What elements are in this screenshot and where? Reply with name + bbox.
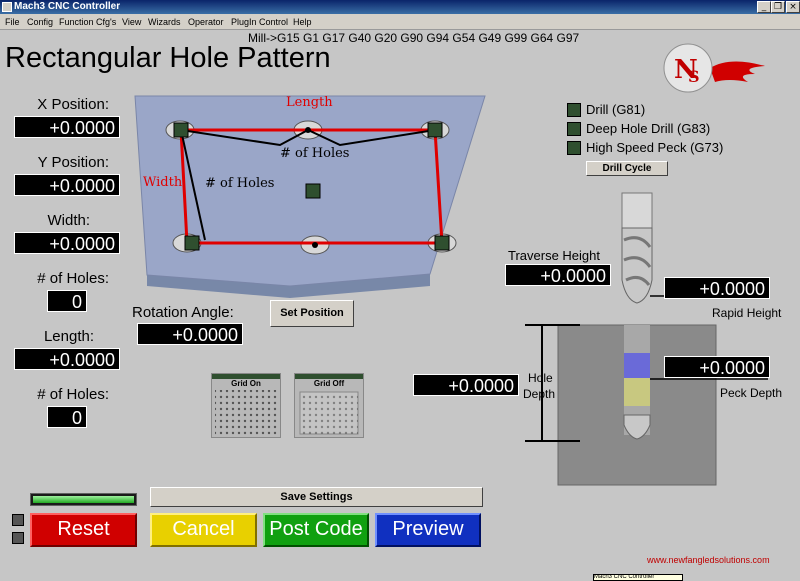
deep-hole-drill-g83-label: Deep Hole Drill (G83) xyxy=(586,121,711,136)
length-field[interactable]: +0.0000 xyxy=(14,348,120,370)
cancel-button[interactable]: Cancel xyxy=(150,513,257,547)
progress-fill xyxy=(33,496,134,503)
grid-off-dots xyxy=(299,391,359,435)
deep-hole-drill-g83-checkbox[interactable] xyxy=(567,122,581,136)
preview-button[interactable]: Preview xyxy=(375,513,481,547)
rotation-angle-field[interactable]: +0.0000 xyxy=(137,323,243,345)
app-icon xyxy=(2,2,12,12)
corner-marker xyxy=(434,235,450,251)
title-bar: Mach3 CNC Controller _ ❐ × xyxy=(0,0,800,14)
logo-mark-2: S xyxy=(688,67,700,86)
progress-bar xyxy=(30,493,137,506)
grid-off-button[interactable]: Grid Off xyxy=(294,373,364,438)
menu-plugin-control[interactable]: PlugIn Control xyxy=(231,15,288,29)
holes-length-field[interactable]: 0 xyxy=(47,406,87,428)
save-settings-button[interactable]: Save Settings xyxy=(150,487,483,507)
menu-operator[interactable]: Operator xyxy=(188,15,224,29)
menu-view[interactable]: View xyxy=(122,15,141,29)
hole-depth-label-2: Depth xyxy=(523,387,556,401)
holes-width-label: # of Holes: xyxy=(37,270,109,287)
menu-wizards[interactable]: Wizards xyxy=(148,15,181,29)
holes-width-field[interactable]: 0 xyxy=(47,290,87,312)
grid-on-label: Grid On xyxy=(231,379,261,388)
menu-bar: File Config Function Cfg's View Wizards … xyxy=(0,14,800,30)
logo: N S xyxy=(663,43,765,93)
rapid-zone xyxy=(624,353,650,378)
status-led-1 xyxy=(12,514,24,526)
traverse-height-field[interactable]: +0.0000 xyxy=(505,264,611,286)
drill-shank xyxy=(621,192,653,229)
status-led-2 xyxy=(12,532,24,544)
grid-on-button[interactable]: Grid On xyxy=(211,373,281,438)
peck-depth-label: Peck Depth xyxy=(720,386,783,400)
grid-on-dots xyxy=(215,390,277,436)
corner-marker xyxy=(173,122,189,138)
depth-diagram xyxy=(525,192,768,486)
rapid-height-label: Rapid Height xyxy=(712,306,782,320)
menu-function-cfgs[interactable]: Function Cfg's xyxy=(59,15,116,29)
corner-marker xyxy=(184,235,200,251)
drill-g81-label: Drill (G81) xyxy=(586,102,646,117)
holes-length-label: # of Holes: xyxy=(37,386,109,403)
width-label: Width: xyxy=(47,212,90,229)
width-field[interactable]: +0.0000 xyxy=(14,232,120,254)
high-speed-peck-g73-label: High Speed Peck (G73) xyxy=(586,140,724,155)
minimize-button[interactable]: _ xyxy=(757,1,771,13)
high-speed-peck-g73-checkbox[interactable] xyxy=(567,141,581,155)
peck-depth-field[interactable]: +0.0000 xyxy=(664,356,770,378)
hole-center xyxy=(312,242,318,248)
traverse-height-label: Traverse Height xyxy=(508,248,600,263)
set-position-button[interactable]: Set Position xyxy=(270,300,354,327)
rotation-angle-label: Rotation Angle: xyxy=(132,304,234,321)
drill-cycle-button[interactable]: Drill Cycle xyxy=(586,161,668,176)
drill-g81-checkbox[interactable] xyxy=(567,103,581,117)
peck-zone xyxy=(624,378,650,406)
x-position-field[interactable]: +0.0000 xyxy=(14,116,120,138)
hole-depth-field[interactable]: +0.0000 xyxy=(413,374,519,396)
page-title: Rectangular Hole Pattern xyxy=(5,42,331,74)
x-position-label: X Position: xyxy=(37,96,109,113)
holes-width-diagram-label: # of Holes xyxy=(205,176,274,191)
y-position-label: Y Position: xyxy=(37,154,109,171)
window-title: Mach3 CNC Controller xyxy=(14,1,121,12)
rapid-height-field[interactable]: +0.0000 xyxy=(664,277,770,299)
menu-file[interactable]: File xyxy=(5,15,20,29)
logo-flame xyxy=(710,61,765,82)
grid-off-label: Grid Off xyxy=(313,379,345,388)
holes-length-diagram-label: # of Holes xyxy=(280,146,349,161)
width-diagram-label: Width xyxy=(143,175,183,190)
y-position-field[interactable]: +0.0000 xyxy=(14,174,120,196)
center-marker xyxy=(305,183,321,199)
length-diagram-label: Length xyxy=(286,95,333,110)
menu-config[interactable]: Config xyxy=(27,15,53,29)
hole-pattern-diagram: Length Width # of Holes # of Holes xyxy=(134,95,486,298)
taskbar-tooltip: Mach3 CNC Controller xyxy=(593,574,683,581)
post-code-button[interactable]: Post Code xyxy=(263,513,369,547)
hole-center xyxy=(305,127,311,133)
length-label: Length: xyxy=(43,328,94,345)
reset-button[interactable]: Reset xyxy=(30,513,137,547)
hole-depth-label-1: Hole xyxy=(528,371,553,385)
restore-button[interactable]: ❐ xyxy=(771,1,785,13)
corner-marker xyxy=(427,122,443,138)
close-button[interactable]: × xyxy=(786,1,800,13)
footer-url[interactable]: www.newfangledsolutions.com xyxy=(647,555,770,565)
menu-help[interactable]: Help xyxy=(293,15,312,29)
